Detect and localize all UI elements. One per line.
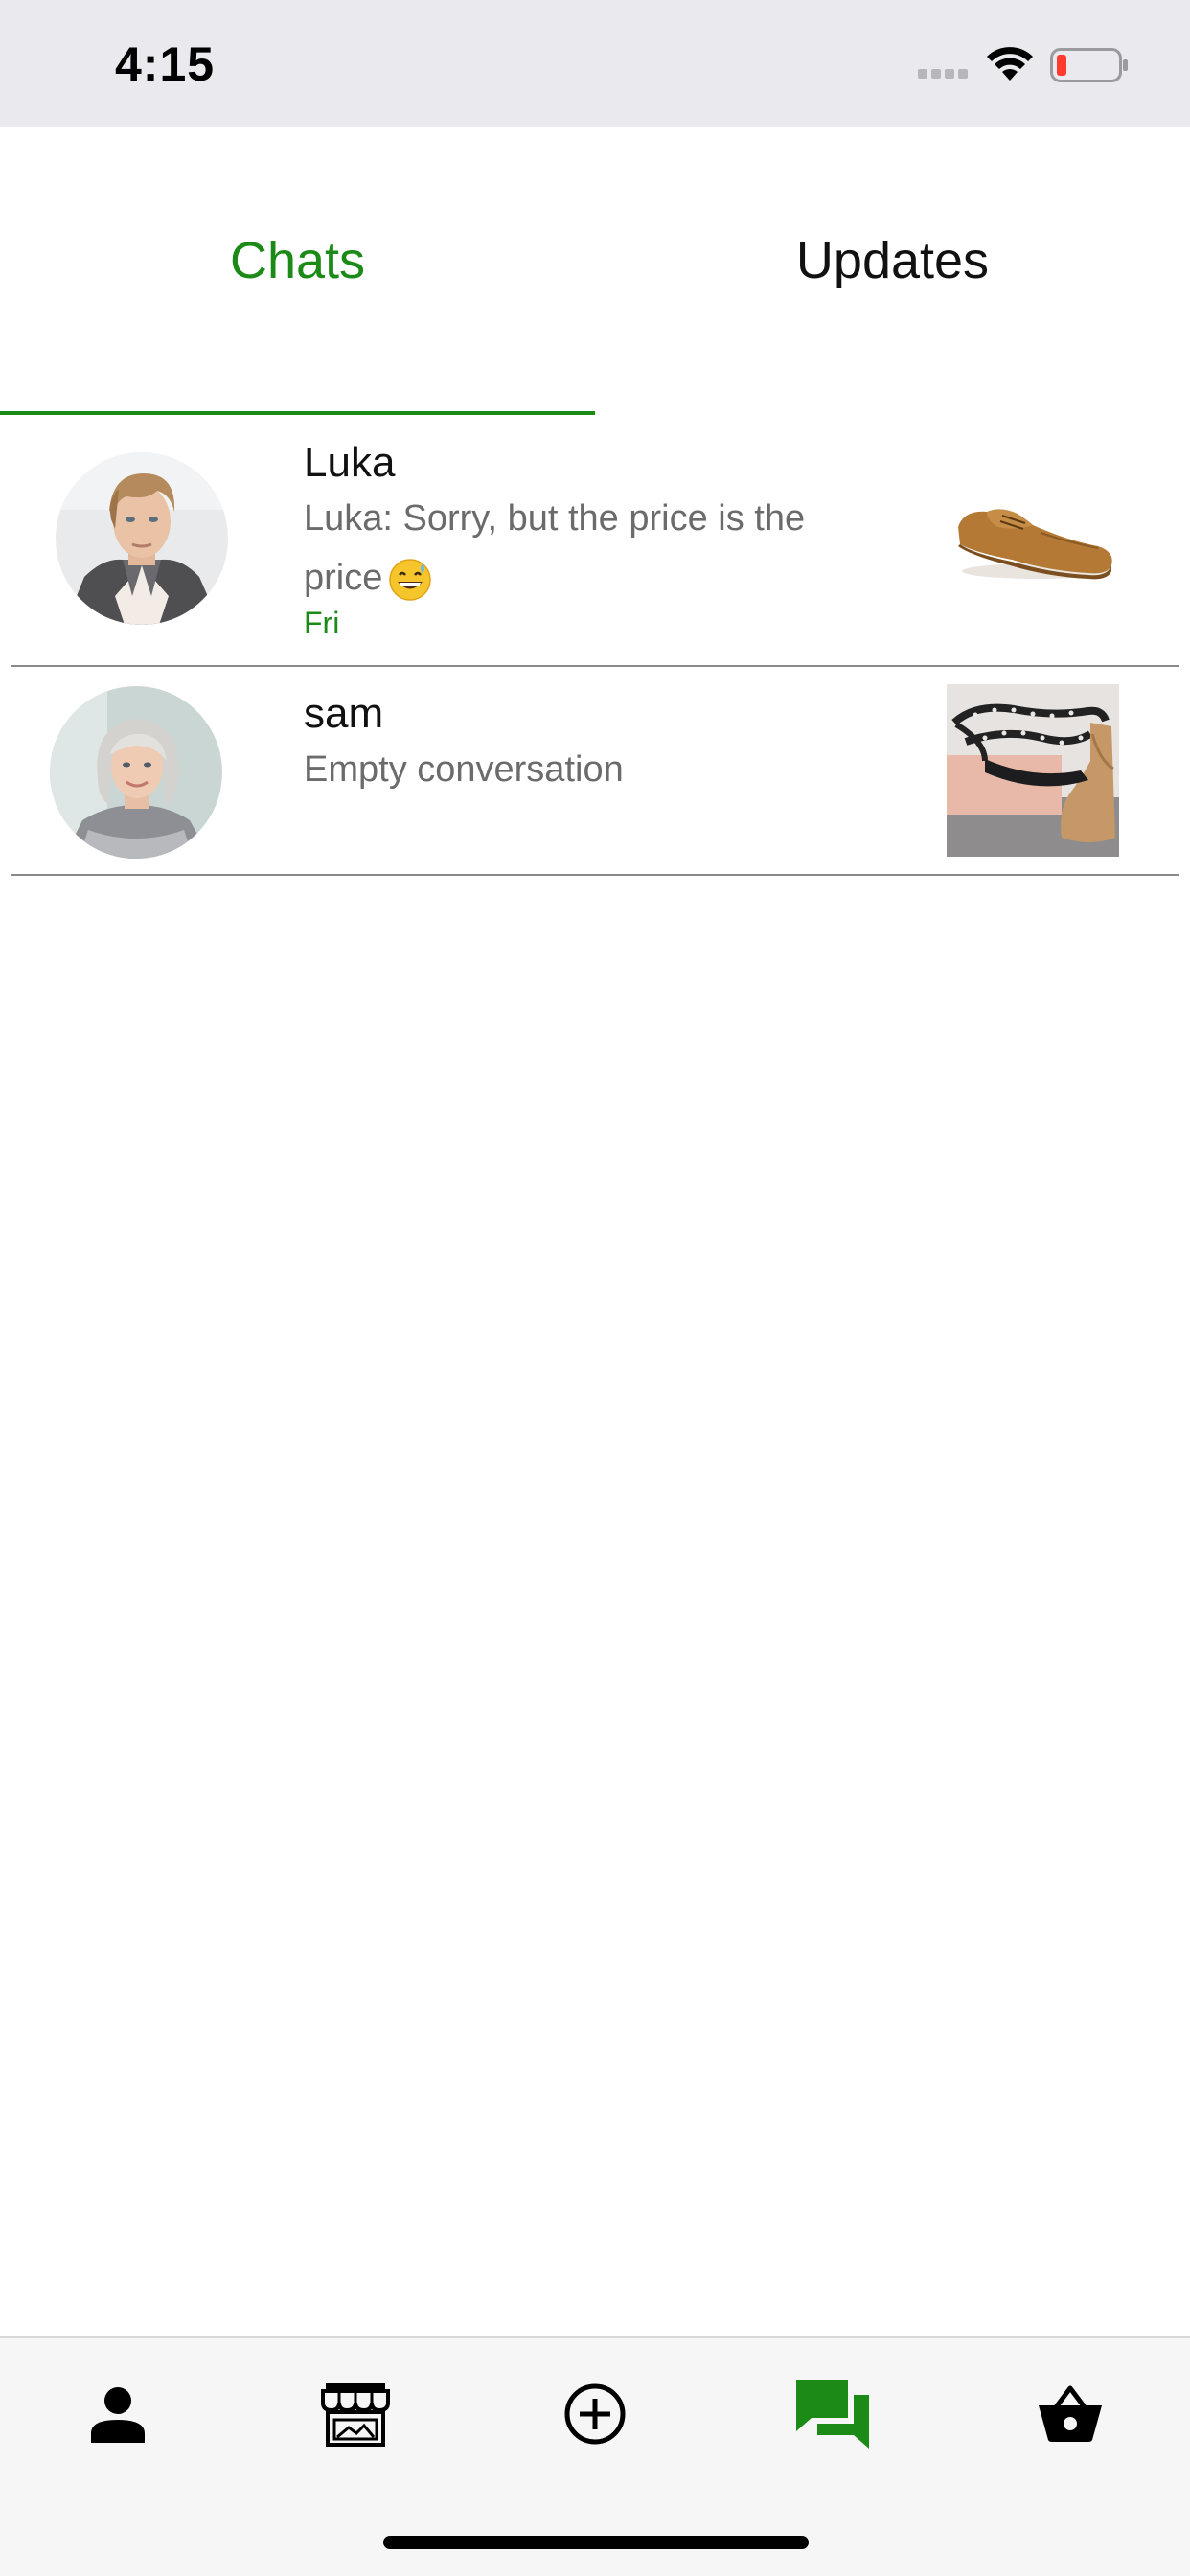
person-icon	[91, 2387, 145, 2443]
male-user-avatar	[56, 452, 228, 625]
wifi-icon	[987, 47, 1033, 80]
chat-message-preview: Luka: Sorry, but the price is the price	[304, 489, 879, 608]
chat-row[interactable]: Luka Luka: Sorry, but the price is the p…	[11, 414, 1179, 667]
cellular-signal-icon	[918, 69, 968, 79]
nav-basket-button[interactable]	[1027, 2371, 1113, 2457]
tab-updates[interactable]: Updates	[595, 126, 1190, 414]
chat-message-preview-text: Luka: Sorry, but the price is the price	[304, 498, 806, 598]
wedge-sandal-image[interactable]	[947, 684, 1119, 857]
nav-shop-button[interactable]	[312, 2371, 399, 2457]
status-bar: 4:15	[0, 0, 1190, 126]
home-indicator	[383, 2536, 809, 2549]
nav-chats-button[interactable]	[790, 2371, 876, 2457]
chat-contact-name: Luka	[304, 439, 396, 486]
chat-bubbles-icon	[796, 2380, 869, 2449]
tab-chats[interactable]: Chats	[0, 126, 595, 414]
brown-shoe-image[interactable]	[945, 452, 1117, 625]
chat-list-screen: 4:15 Chats Updates Luka Luka: Sorry, but…	[0, 0, 1190, 2576]
chat-tabs: Chats Updates	[0, 126, 1190, 415]
female-user-avatar	[50, 686, 222, 859]
chat-row[interactable]: sam Empty conversation	[11, 667, 1179, 876]
grinning-sweat-emoji-icon	[389, 559, 432, 601]
status-time: 4:15	[115, 37, 216, 91]
storefront-icon	[321, 2383, 390, 2447]
nav-profile-button[interactable]	[75, 2371, 161, 2457]
chat-timestamp: Fri	[304, 606, 340, 640]
chat-contact-name: sam	[304, 690, 384, 737]
basket-icon	[1039, 2385, 1102, 2442]
chat-message-preview: Empty conversation	[304, 749, 624, 790]
battery-icon	[1050, 48, 1128, 82]
add-circle-icon	[564, 2383, 626, 2445]
nav-add-button[interactable]	[552, 2371, 638, 2457]
